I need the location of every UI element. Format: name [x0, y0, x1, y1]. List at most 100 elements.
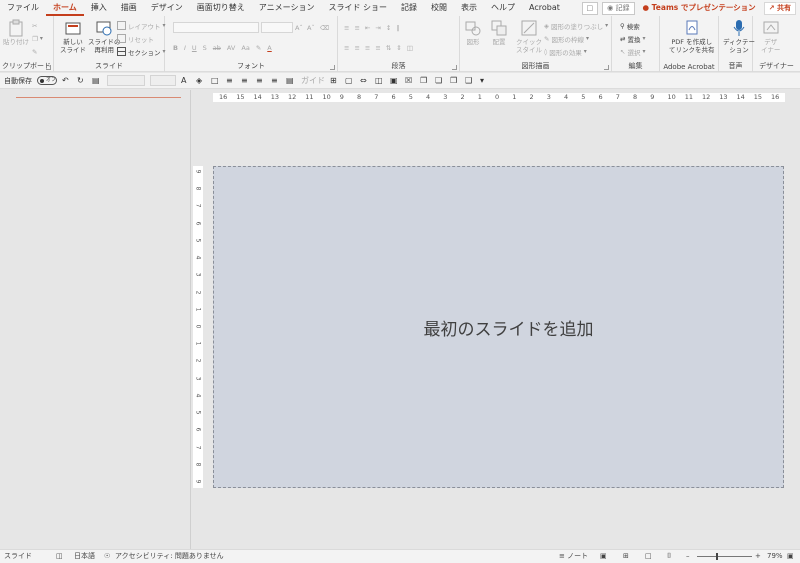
designer-button[interactable]: デザ イナー	[761, 19, 780, 54]
spell-check-icon[interactable]: ◫	[56, 550, 63, 563]
strikethrough-abc-icon[interactable]: ab	[213, 44, 221, 52]
align-text-icon[interactable]: ⇕	[396, 44, 401, 52]
font-launcher[interactable]	[330, 65, 335, 70]
qat-cancel-icon[interactable]: ☒	[405, 76, 415, 86]
text-direction-icon[interactable]: ⇅	[386, 44, 391, 52]
record-button[interactable]: ◉ 記録	[602, 1, 635, 15]
zoom-out-button[interactable]: –	[686, 550, 690, 563]
shape-fill-button[interactable]: ◈ 図形の塗りつぶし ▾	[544, 20, 608, 31]
strikethrough-icon[interactable]: S	[203, 44, 207, 52]
qat-size-combo[interactable]	[150, 75, 176, 86]
slideshow-icon[interactable]: ⌷	[667, 550, 671, 563]
qat-justify-icon[interactable]: ≡	[271, 76, 281, 86]
zoom-level[interactable]: 79%	[767, 550, 783, 563]
numbering-icon[interactable]: ≡	[354, 24, 359, 32]
drawing-launcher[interactable]	[604, 65, 609, 70]
qat-picture-icon[interactable]: ▣	[390, 76, 400, 86]
zoom-slider-thumb[interactable]	[716, 553, 718, 560]
zoom-in-button[interactable]: +	[755, 550, 761, 563]
layout-button[interactable]: レイアウト ▾	[117, 20, 166, 31]
qat-table-icon[interactable]: ⊞	[330, 76, 340, 86]
decrease-indent-icon[interactable]: ⇤	[365, 24, 370, 32]
fit-to-window-icon[interactable]: ▣	[787, 550, 794, 563]
tab-5[interactable]: 画面切り替え	[190, 0, 252, 16]
italic-icon[interactable]: I	[184, 44, 186, 52]
accessibility-status[interactable]: アクセシビリティ: 問題ありません	[115, 550, 224, 563]
align-center-icon[interactable]: ≡	[354, 44, 359, 52]
replace-button[interactable]: ⇄ 置換 ▾	[620, 33, 645, 44]
normal-view-icon[interactable]: ▣	[600, 550, 607, 563]
qat-distribute-icon[interactable]: ▤	[286, 76, 296, 86]
redo-icon[interactable]: ↻	[77, 76, 87, 86]
font-size-combo[interactable]	[261, 22, 293, 33]
bullets-icon[interactable]: ≡	[344, 24, 349, 32]
paragraph-launcher[interactable]	[452, 65, 457, 70]
clipboard-launcher[interactable]	[46, 65, 51, 70]
bold-icon[interactable]: B	[173, 44, 178, 52]
change-case-button[interactable]: Aa	[241, 44, 249, 52]
shapes-button[interactable]: 図形	[464, 19, 482, 46]
arrange-button[interactable]: 配置	[490, 19, 508, 46]
columns-icon[interactable]: ‖	[396, 24, 399, 32]
shape-outline-button[interactable]: ✎ 図形の枠線 ▾	[544, 33, 589, 44]
smartart-icon[interactable]: ◫	[407, 44, 413, 52]
decrease-font-size-button[interactable]: Aˇ	[307, 22, 315, 33]
underline-icon[interactable]: U	[192, 44, 197, 52]
share-button[interactable]: ↗ 共有	[763, 1, 796, 15]
language-indicator[interactable]: 日本語	[74, 550, 95, 563]
line-spacing-icon[interactable]: ↕	[386, 24, 391, 32]
dictate-button[interactable]: ディクテー ション	[723, 19, 755, 54]
qat-ungroup-icon[interactable]: ❏	[435, 76, 445, 86]
qat-align-right-icon[interactable]: ≡	[256, 76, 266, 86]
notes-button[interactable]: ≡ ノート	[559, 550, 588, 563]
qat-border-icon[interactable]: ▢	[345, 76, 355, 86]
qat-bring-forward-icon[interactable]: ❒	[450, 76, 460, 86]
tab-11[interactable]: ヘルプ	[484, 0, 522, 16]
paste-button[interactable]: 貼り付け	[3, 19, 29, 46]
qat-group-icon[interactable]: ❐	[420, 76, 430, 86]
clear-formatting-button[interactable]: ⌫	[320, 22, 329, 33]
section-button[interactable]: セクション ▾	[117, 46, 166, 57]
text-format-icon[interactable]: ▤	[92, 76, 102, 86]
tab-9[interactable]: 校閲	[424, 0, 454, 16]
tab-12[interactable]: Acrobat	[522, 0, 567, 16]
qat-char-spacing-icon[interactable]: ⇔	[360, 76, 370, 86]
tab-3[interactable]: 描画	[114, 0, 144, 16]
qat-outline-icon[interactable]: □	[211, 76, 221, 86]
cut-button[interactable]: ✂	[32, 20, 37, 31]
qat-shape-fill-icon[interactable]: ◈	[196, 76, 206, 86]
slide-thumbnail-pane[interactable]	[0, 90, 191, 549]
quick-styles-button[interactable]: クイック スタイル	[516, 19, 542, 54]
comments-button[interactable]: □	[581, 1, 599, 15]
find-button[interactable]: ⚲ 検索	[620, 20, 640, 31]
align-right-icon[interactable]: ≡	[365, 44, 370, 52]
undo-icon[interactable]: ↶	[62, 76, 72, 86]
slide-sorter-icon[interactable]: ⊞	[623, 550, 629, 563]
qat-guides-button[interactable]: ガイド	[301, 75, 325, 86]
qat-customize-icon[interactable]: ▾	[480, 76, 490, 86]
tab-6[interactable]: アニメーション	[252, 0, 322, 16]
tab-4[interactable]: デザイン	[144, 0, 190, 16]
tab-0[interactable]: ファイル	[0, 0, 46, 16]
tab-7[interactable]: スライド ショー	[321, 0, 394, 16]
format-painter-button[interactable]: ✎	[32, 46, 37, 57]
qat-textbox-icon[interactable]: ◫	[375, 76, 385, 86]
align-left-icon[interactable]: ≡	[344, 44, 349, 52]
font-family-combo[interactable]	[173, 22, 259, 33]
select-button[interactable]: ↖ 選択 ▾	[620, 46, 645, 57]
new-slide-button[interactable]: 新しい スライド	[60, 19, 86, 54]
reuse-slides-button[interactable]: スライドの 再利用	[88, 19, 121, 54]
font-color-icon[interactable]: A	[267, 44, 271, 52]
qat-font-combo[interactable]	[107, 75, 145, 86]
qat-align-center-icon[interactable]: ≡	[241, 76, 251, 86]
zoom-slider-track[interactable]	[697, 556, 752, 557]
tab-10[interactable]: 表示	[454, 0, 484, 16]
present-in-teams-button[interactable]: ● Teams でプレゼンテーション	[639, 2, 760, 15]
tab-1[interactable]: ホーム	[46, 0, 84, 16]
reading-view-icon[interactable]: □	[645, 550, 652, 563]
reset-button[interactable]: リセット	[117, 33, 154, 44]
create-pdf-share-button[interactable]: PDF を作成し てリンクを共有	[669, 19, 715, 54]
tab-2[interactable]: 挿入	[84, 0, 114, 16]
increase-font-size-button[interactable]: Aˆ	[295, 22, 303, 33]
character-spacing-icon[interactable]: AV	[227, 44, 235, 52]
